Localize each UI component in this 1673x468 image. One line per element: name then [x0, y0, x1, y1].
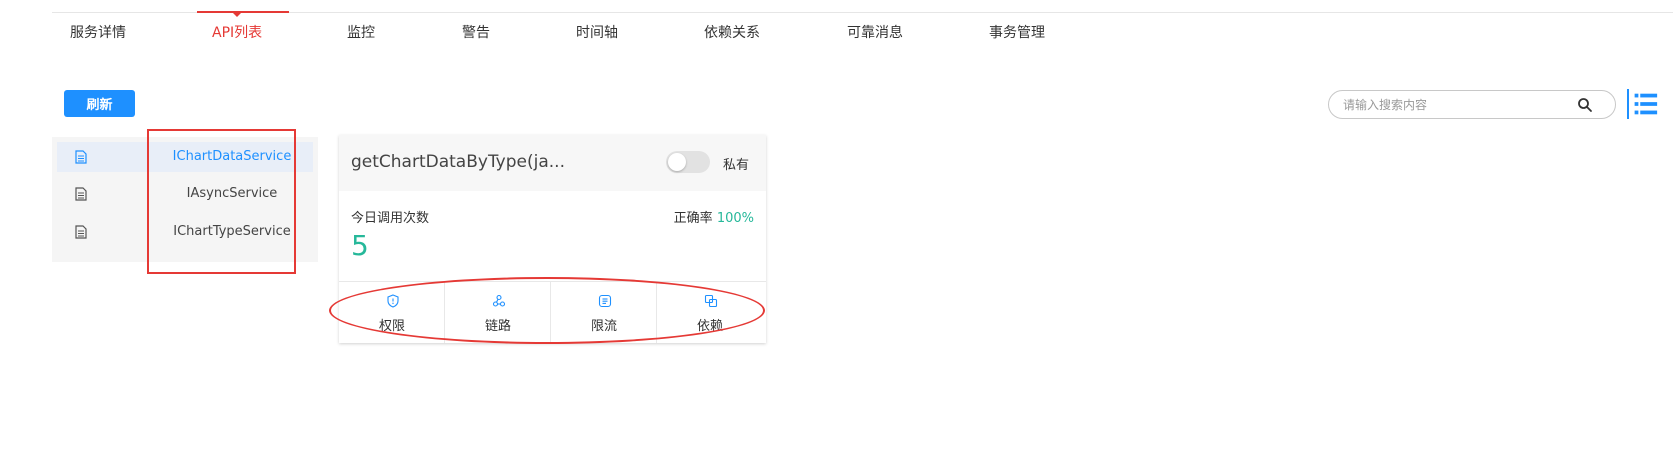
dependency-button[interactable]: 依赖	[657, 282, 763, 343]
search-input[interactable]	[1341, 96, 1575, 113]
dependency-icon	[704, 294, 718, 308]
document-icon	[75, 150, 87, 164]
permission-label: 权限	[378, 319, 405, 334]
tab-monitoring[interactable]: 监控	[347, 22, 375, 42]
service-list: IChartDataService IAsyncService IChartTy…	[52, 137, 318, 262]
page: 服务详情 API列表 监控 警告 时间轴 依赖关系 可靠消息 事务管理 刷新 请…	[0, 0, 1673, 468]
tab-service-details[interactable]: 服务详情	[70, 22, 126, 42]
permission-button[interactable]: 权限	[339, 282, 445, 343]
private-label: 私有	[723, 158, 750, 173]
trace-button[interactable]: 链路	[445, 282, 551, 343]
toggle-knob	[668, 153, 686, 171]
rate-limit-button[interactable]: 限流	[551, 282, 657, 343]
service-item-label: IAsyncService	[186, 186, 278, 201]
accuracy: 正确率 100%	[674, 207, 754, 226]
api-card: getChartDataByType(ja... 私有 今日调用次数 5 正确率…	[339, 135, 766, 343]
accuracy-label: 正确率	[673, 211, 713, 226]
limit-icon	[598, 294, 612, 308]
search-icon[interactable]	[1577, 97, 1593, 113]
private-toggle[interactable]	[666, 151, 710, 173]
api-card-actions: 权限 链路 限流 依赖	[339, 282, 766, 343]
service-item-ichartdataservice[interactable]: IChartDataService	[57, 142, 313, 172]
accuracy-value: 100%	[716, 211, 754, 226]
tab-transaction-management[interactable]: 事务管理	[989, 22, 1045, 42]
list-view-icon[interactable]	[1627, 89, 1659, 119]
active-tab-indicator	[197, 11, 289, 13]
tab-api-list[interactable]: API列表	[212, 22, 262, 42]
calls-today-label: 今日调用次数	[351, 211, 430, 226]
tab-alerts[interactable]: 警告	[462, 22, 490, 42]
search-box	[1328, 90, 1616, 119]
service-item-icharttypeservice[interactable]: IChartTypeService	[57, 217, 313, 247]
service-item-iasyncservice[interactable]: IAsyncService	[57, 179, 313, 209]
tab-reliable-messages[interactable]: 可靠消息	[847, 22, 903, 42]
tab-timeline[interactable]: 时间轴	[576, 22, 618, 42]
document-icon	[75, 187, 87, 201]
service-item-label: IChartTypeService	[173, 224, 291, 239]
tab-bar: 服务详情 API列表 监控 警告 时间轴 依赖关系 可靠消息 事务管理	[0, 0, 1673, 50]
shield-icon	[387, 294, 399, 308]
calls-today-value: 5	[351, 229, 369, 262]
rate-limit-label: 限流	[590, 319, 617, 334]
dependency-label: 依赖	[696, 319, 723, 334]
active-tab-caret	[233, 13, 241, 17]
tab-dependencies[interactable]: 依赖关系	[704, 22, 760, 42]
document-icon	[75, 225, 87, 239]
refresh-button[interactable]: 刷新	[64, 90, 135, 117]
trace-label: 链路	[484, 319, 511, 334]
trace-icon	[492, 294, 506, 307]
api-card-title[interactable]: getChartDataByType(ja...	[351, 152, 565, 172]
api-card-header: getChartDataByType(ja... 私有	[339, 135, 766, 191]
service-item-label: IChartDataService	[172, 149, 292, 164]
